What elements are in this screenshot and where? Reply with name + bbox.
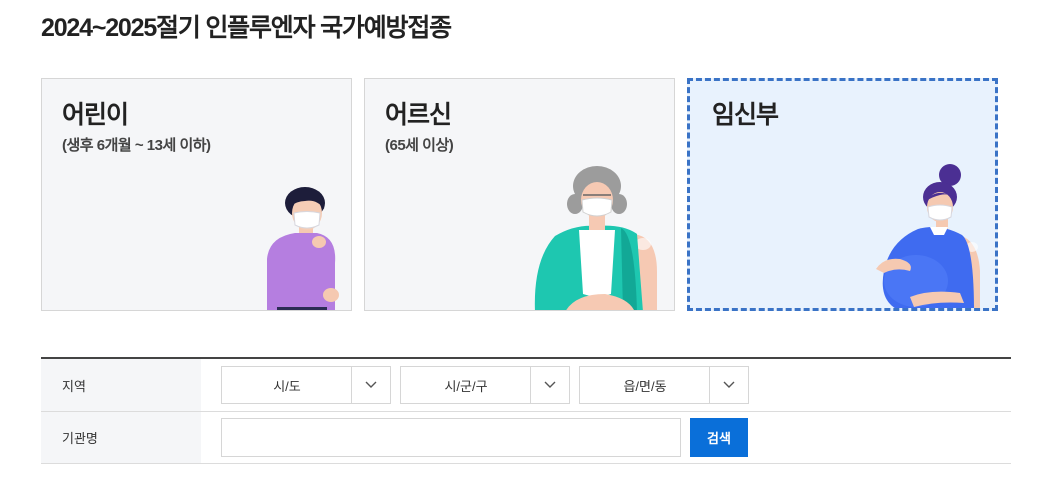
- district-select-value: 시/군/구: [444, 378, 488, 394]
- region-label: 지역: [41, 359, 201, 411]
- card-pregnant[interactable]: 임신부: [687, 78, 998, 311]
- page-title: 2024~2025절기 인플루엔자 국가예방접종: [41, 14, 452, 42]
- chevron-down-icon: [351, 367, 390, 403]
- card-seniors-subtitle: (65세 이상): [385, 137, 454, 154]
- card-children-title: 어린이: [62, 101, 129, 129]
- institution-name-input[interactable]: [221, 418, 681, 457]
- institution-field: 검색: [201, 412, 748, 463]
- region-field: 시/도 시/군/구 읍/면/동: [201, 359, 758, 411]
- chevron-down-icon: [530, 367, 569, 403]
- province-select-value: 시/도: [273, 378, 301, 394]
- district-select[interactable]: 시/군/구: [400, 366, 570, 404]
- child-illustration: [267, 187, 339, 310]
- pregnant-illustration: [876, 164, 980, 308]
- senior-illustration: [534, 166, 657, 310]
- card-seniors-title: 어르신: [385, 101, 452, 129]
- institution-label: 기관명: [41, 412, 201, 463]
- region-row: 지역 시/도 시/군/구 읍/면/동: [41, 359, 1011, 412]
- card-children[interactable]: 어린이 (생후 6개월 ~ 13세 이하): [41, 78, 352, 311]
- card-pregnant-title: 임신부: [712, 101, 779, 129]
- search-form: 지역 시/도 시/군/구 읍/면/동 기관명 검색: [41, 357, 1011, 464]
- search-button[interactable]: 검색: [690, 418, 748, 457]
- town-select[interactable]: 읍/면/동: [579, 366, 749, 404]
- card-children-subtitle: (생후 6개월 ~ 13세 이하): [62, 137, 211, 154]
- chevron-down-icon: [709, 367, 748, 403]
- card-seniors[interactable]: 어르신 (65세 이상): [364, 78, 675, 311]
- institution-row: 기관명 검색: [41, 412, 1011, 464]
- province-select[interactable]: 시/도: [221, 366, 391, 404]
- town-select-value: 읍/면/동: [623, 378, 667, 394]
